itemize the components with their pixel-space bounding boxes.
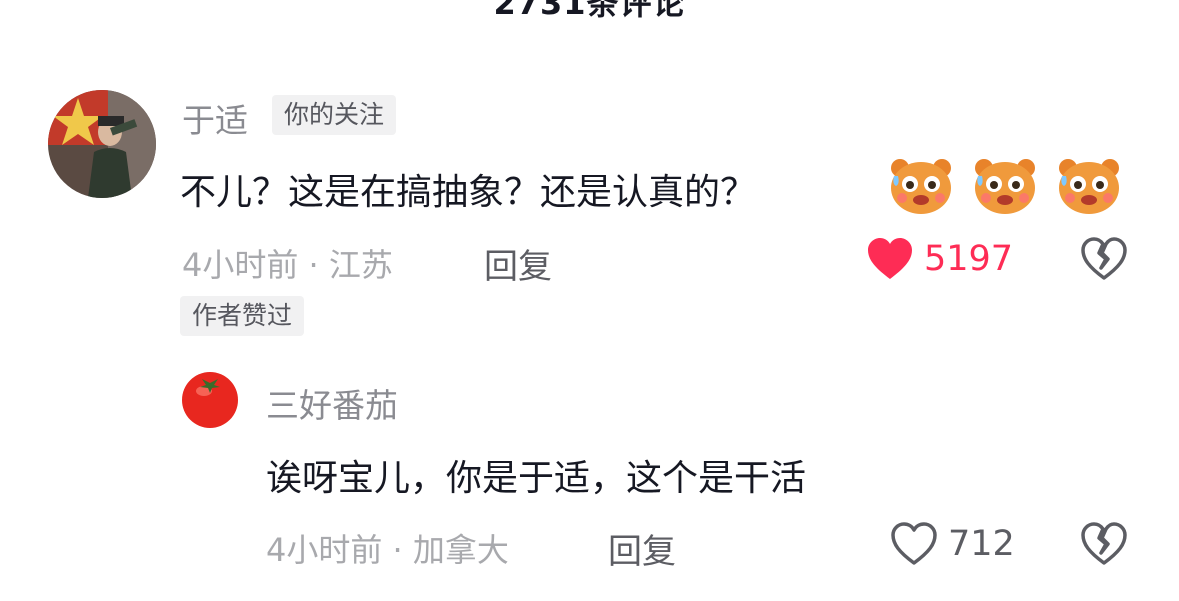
bear-sweat-emoji [1059, 159, 1119, 214]
heart-outline-icon [891, 522, 937, 565]
reply-button[interactable]: 回复 [484, 239, 552, 288]
heart-filled-icon [868, 238, 912, 279]
follow-badge: 你的关注 [272, 95, 397, 135]
bear-sweat-emoji [975, 159, 1035, 214]
comment-text: 不儿？这是在搞抽象？还是认真的？ [180, 172, 757, 213]
reply-dislike-button[interactable] [1080, 522, 1128, 570]
reply-like-count: 712 [948, 524, 1015, 564]
reply-text: 诶呀宝儿，你是于适，这个是干活 [266, 458, 807, 499]
emoji-row [888, 156, 1122, 216]
bear-sweat-emoji [891, 159, 951, 214]
avatar[interactable] [48, 90, 156, 198]
comment-count-header: 2731条评论 [493, 0, 686, 22]
comment-time-location: 4小时前 · 江苏 [182, 246, 393, 284]
reply-time-location: 4小时前 · 加拿大 [266, 531, 509, 569]
dislike-button[interactable] [1080, 237, 1128, 285]
like-count: 5197 [924, 239, 1014, 279]
like-button[interactable]: 5197 [866, 237, 1013, 281]
reply-username[interactable]: 三好番茄 [266, 379, 398, 427]
reply-reply-button[interactable]: 回复 [608, 524, 676, 573]
broken-heart-icon [1081, 237, 1127, 280]
reply-like-button[interactable]: 712 [890, 522, 1015, 566]
comment-username[interactable]: 于适 [182, 94, 248, 142]
author-liked-badge: 作者赞过 [180, 296, 305, 336]
broken-heart-icon [1081, 522, 1127, 565]
reply-avatar[interactable] [180, 369, 240, 429]
